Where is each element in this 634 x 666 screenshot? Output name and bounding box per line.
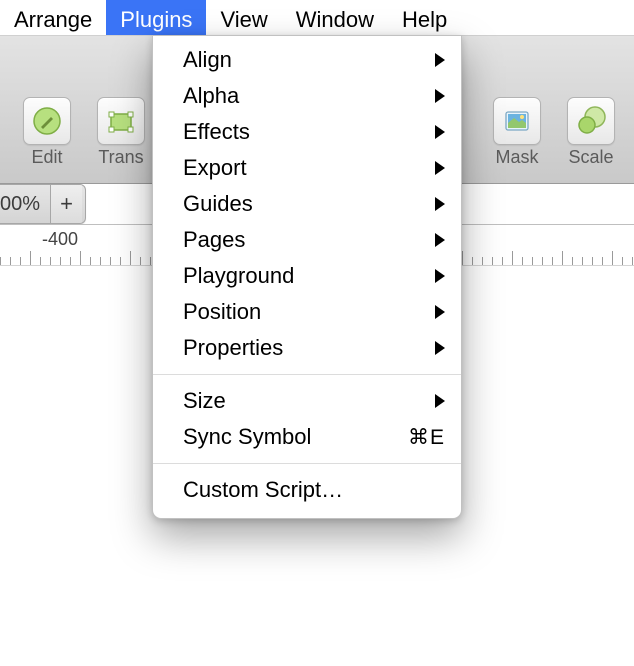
tool-mask[interactable]: Mask [480, 97, 554, 168]
submenu-arrow-icon [435, 341, 445, 355]
menu-item-label: Properties [183, 335, 435, 361]
menu-item-label: Export [183, 155, 435, 181]
menu-item-export[interactable]: Export [153, 150, 461, 186]
menu-item-label: Size [183, 388, 435, 414]
plugins-menu: Align Alpha Effects Export Guides Pages … [152, 35, 462, 519]
menu-separator [153, 374, 461, 375]
menu-help[interactable]: Help [388, 0, 461, 35]
menu-item-label: Alpha [183, 83, 435, 109]
menu-item-label: Pages [183, 227, 435, 253]
menu-separator [153, 463, 461, 464]
menu-item-label: Guides [183, 191, 435, 217]
menubar: Arrange Plugins View Window Help [0, 0, 634, 36]
menu-item-properties[interactable]: Properties [153, 330, 461, 366]
scale-icon [567, 97, 615, 145]
zoom-in-button[interactable]: + [50, 185, 82, 223]
menu-plugins[interactable]: Plugins [106, 0, 206, 35]
menu-label: View [220, 7, 267, 33]
submenu-arrow-icon [435, 233, 445, 247]
menu-label: Arrange [14, 7, 92, 33]
menu-item-shortcut: ⌘E [408, 425, 445, 450]
tool-label: Trans [98, 147, 143, 168]
menu-label: Window [296, 7, 374, 33]
submenu-arrow-icon [435, 161, 445, 175]
tool-label: Mask [495, 147, 538, 168]
tool-label: Scale [568, 147, 613, 168]
image-icon [493, 97, 541, 145]
menu-item-effects[interactable]: Effects [153, 114, 461, 150]
transform-icon [97, 97, 145, 145]
menu-item-align[interactable]: Align [153, 42, 461, 78]
menu-item-pages[interactable]: Pages [153, 222, 461, 258]
submenu-arrow-icon [435, 269, 445, 283]
submenu-arrow-icon [435, 53, 445, 67]
menu-label: Plugins [120, 7, 192, 33]
menu-label: Help [402, 7, 447, 33]
tool-label: Edit [31, 147, 62, 168]
menu-arrange[interactable]: Arrange [0, 0, 106, 35]
menu-item-label: Custom Script… [183, 477, 445, 503]
menu-item-custom-script[interactable]: Custom Script… [153, 472, 461, 508]
submenu-arrow-icon [435, 125, 445, 139]
menu-item-sync-symbol[interactable]: Sync Symbol ⌘E [153, 419, 461, 455]
menu-item-guides[interactable]: Guides [153, 186, 461, 222]
menu-view[interactable]: View [206, 0, 281, 35]
tool-transform[interactable]: Trans [84, 97, 158, 168]
menu-item-label: Position [183, 299, 435, 325]
submenu-arrow-icon [435, 197, 445, 211]
menu-item-alpha[interactable]: Alpha [153, 78, 461, 114]
submenu-arrow-icon [435, 89, 445, 103]
tool-scale[interactable]: Scale [554, 97, 628, 168]
menu-item-playground[interactable]: Playground [153, 258, 461, 294]
menu-window[interactable]: Window [282, 0, 388, 35]
zoom-control: 00% + [0, 184, 86, 224]
menu-item-label: Playground [183, 263, 435, 289]
pencil-circle-icon [23, 97, 71, 145]
submenu-arrow-icon [435, 305, 445, 319]
menu-item-label: Sync Symbol [183, 424, 408, 450]
menu-item-position[interactable]: Position [153, 294, 461, 330]
zoom-value[interactable]: 00% [0, 193, 50, 216]
tool-edit[interactable]: Edit [10, 97, 84, 168]
menu-item-label: Effects [183, 119, 435, 145]
menu-item-label: Align [183, 47, 435, 73]
submenu-arrow-icon [435, 394, 445, 408]
menu-item-size[interactable]: Size [153, 383, 461, 419]
